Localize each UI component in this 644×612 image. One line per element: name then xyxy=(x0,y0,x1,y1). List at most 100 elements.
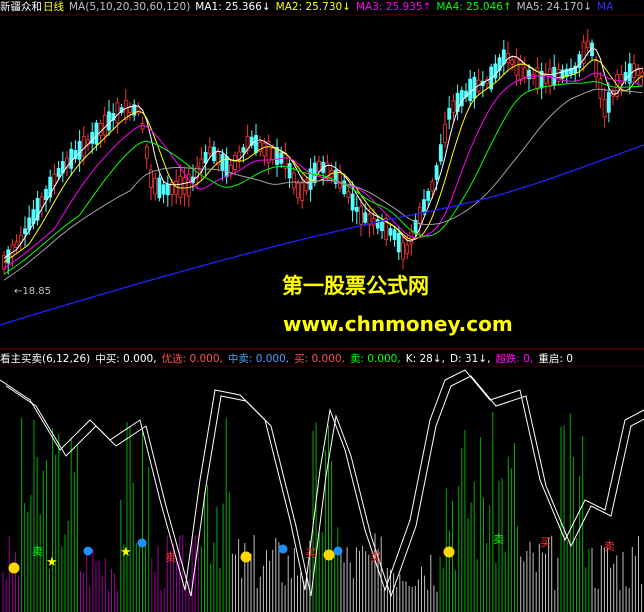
candle-body xyxy=(405,244,410,254)
ma6-value: MA xyxy=(597,1,614,13)
candle-body xyxy=(153,178,158,195)
stock-chart[interactable]: ★★ xyxy=(0,0,644,612)
candle-body xyxy=(56,168,61,177)
ma-definition: MA(5,10,20,30,60,120) xyxy=(69,1,191,13)
candle-body xyxy=(102,114,107,136)
candle-body xyxy=(228,164,233,173)
k-value: K: 28↓, xyxy=(405,353,445,365)
candle-body xyxy=(619,74,624,84)
sell-signal: 卖 xyxy=(32,545,43,558)
candle-body xyxy=(548,68,552,87)
ma2-value: MA2: 25.730↓ xyxy=(275,1,351,13)
candle-body xyxy=(182,177,187,195)
ma4-value: MA4: 25.046↑ xyxy=(436,1,512,13)
candle-body xyxy=(254,135,258,153)
candle-body xyxy=(69,148,74,169)
candle-body xyxy=(380,221,384,232)
candle-body xyxy=(161,184,166,195)
candle-body xyxy=(354,206,359,212)
candle-body xyxy=(510,59,515,65)
candle-body xyxy=(552,66,557,86)
candle-body xyxy=(115,102,120,123)
candle-body xyxy=(77,141,82,160)
watermark-title: 第一股票公式网 xyxy=(282,274,429,298)
candle-body xyxy=(317,160,321,173)
candle-body xyxy=(409,231,414,245)
candle-body xyxy=(140,123,145,130)
candle-body xyxy=(518,59,523,81)
candle-body xyxy=(363,212,368,223)
period-label[interactable]: 日线 xyxy=(43,1,64,13)
candle-body xyxy=(39,196,44,208)
candle-body xyxy=(346,191,351,198)
candle-body xyxy=(128,107,132,113)
chart-background xyxy=(0,0,644,612)
candle-body xyxy=(136,106,141,114)
candle-body xyxy=(207,146,212,155)
candle-body xyxy=(144,146,149,159)
candle-body xyxy=(434,165,439,180)
buy-signal: 买 xyxy=(305,547,316,560)
candle-body xyxy=(107,111,111,131)
indicator-name[interactable]: 看主买卖(6,12,26) xyxy=(0,353,90,365)
candle-body xyxy=(451,100,456,113)
candle-body xyxy=(585,40,590,49)
dot-icon xyxy=(137,538,147,548)
zhongmai-value: 中买: 0.000, xyxy=(95,353,157,365)
candle-body xyxy=(233,154,237,171)
sell-signal: 卖 xyxy=(493,533,504,546)
candle-body xyxy=(426,190,431,201)
candle-body xyxy=(81,136,86,157)
candle-body xyxy=(291,172,296,189)
buy-signal: 买 xyxy=(540,536,551,549)
dot-icon xyxy=(83,546,93,556)
candle-body xyxy=(594,60,599,78)
candle-body xyxy=(430,180,435,192)
candle-body xyxy=(241,147,246,153)
candle-body xyxy=(388,228,393,236)
smiley-icon xyxy=(240,551,252,563)
ma3-value: MA3: 25.935↑ xyxy=(355,1,432,13)
candle-body xyxy=(18,234,23,243)
d-value: D: 31↓, xyxy=(449,353,491,365)
candle-body xyxy=(52,173,57,186)
ma1-value: MA1: 25.366↓ xyxy=(195,1,271,13)
main-chart-header: 新疆众和日线 MA(5,10,20,30,60,120) MA1: 25.366↓ M… xyxy=(0,0,644,14)
smiley-icon xyxy=(8,562,20,574)
candle-body xyxy=(359,206,363,225)
candle-body xyxy=(598,78,603,99)
candle-body xyxy=(350,193,355,211)
candle-body xyxy=(94,122,99,145)
candle-body xyxy=(14,241,19,248)
candle-body xyxy=(270,147,275,161)
candle-body xyxy=(287,163,292,179)
candle-body xyxy=(220,154,225,171)
candle-body xyxy=(606,92,611,113)
candle-body xyxy=(338,171,342,189)
mai-value: 买: 0.000, xyxy=(294,353,345,365)
buy-signal: 买 xyxy=(370,551,381,564)
indicator-header: 看主买卖(6,12,26) 中买: 0.000, 优选: 0.000, 中卖: 0.0… xyxy=(0,352,644,366)
smiley-icon xyxy=(443,546,455,558)
smiley-icon xyxy=(323,549,335,561)
candle-body xyxy=(174,180,179,195)
candle-body xyxy=(522,67,527,78)
dot-icon xyxy=(333,546,343,556)
candle-body xyxy=(640,71,644,77)
candle-body xyxy=(98,123,103,136)
sell-signal: 卖 xyxy=(165,551,176,564)
candle-body xyxy=(602,98,607,118)
candle-body xyxy=(401,242,405,260)
youxuan-value: 优选: 0.000, xyxy=(161,353,223,365)
candle-body xyxy=(165,183,170,196)
candle-body xyxy=(514,57,519,76)
candle-body xyxy=(396,232,401,253)
candle-body xyxy=(468,78,473,102)
candle-body xyxy=(296,182,300,198)
stock-name[interactable]: 新疆众和 xyxy=(0,1,42,13)
candle-body xyxy=(375,219,380,229)
candle-body xyxy=(10,244,15,257)
watermark-url: www.chnmoney.com xyxy=(283,312,513,336)
candle-body xyxy=(438,144,443,162)
candle-body xyxy=(422,199,426,213)
